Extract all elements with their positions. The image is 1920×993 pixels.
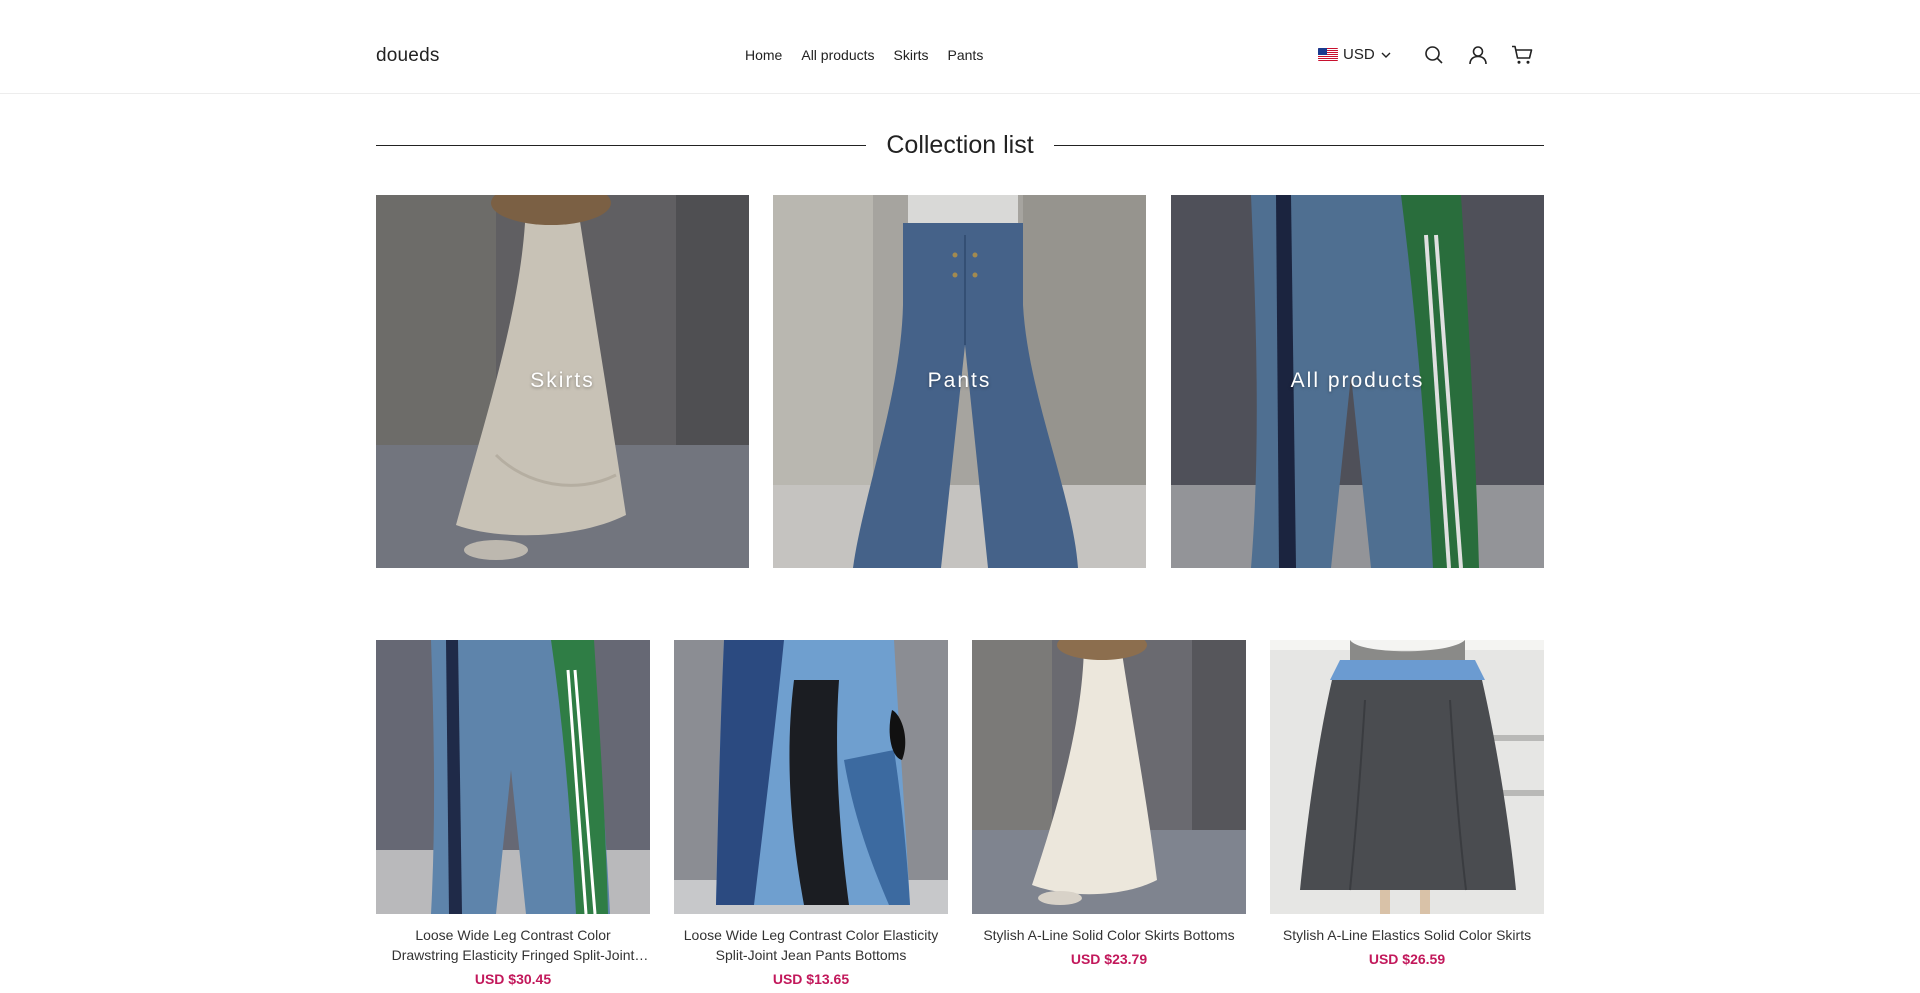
product-name[interactable]: Stylish A-Line Elastics Solid Color Skir… bbox=[1270, 925, 1544, 945]
cart-icon[interactable] bbox=[1511, 44, 1533, 66]
account-icon[interactable] bbox=[1467, 44, 1489, 66]
product-name[interactable]: Loose Wide Leg Contrast Color Drawstring… bbox=[376, 925, 650, 965]
product-card[interactable]: Stylish A-Line Elastics Solid Color Skir… bbox=[1270, 640, 1544, 967]
store-logo[interactable]: doueds bbox=[376, 45, 440, 67]
product-price: USD $30.45 bbox=[474, 971, 552, 987]
chevron-down-icon bbox=[1380, 49, 1392, 61]
collection-card-all-products[interactable]: All products bbox=[1171, 195, 1544, 568]
heading-divider-right bbox=[1053, 144, 1544, 146]
product-card[interactable]: Stylish A-Line Solid Color Skirts Bottom… bbox=[972, 640, 1246, 967]
product-price: USD $23.79 bbox=[1070, 951, 1148, 967]
product-price: USD $26.59 bbox=[1368, 951, 1446, 967]
collection-label-all-products: All products bbox=[1290, 369, 1425, 392]
nav-link-all-products[interactable]: All products bbox=[801, 47, 874, 63]
heading-divider-left bbox=[376, 144, 867, 146]
collection-label-pants: Pants bbox=[927, 369, 992, 392]
product-image[interactable] bbox=[1270, 640, 1544, 914]
product-image[interactable] bbox=[376, 640, 650, 914]
us-flag-icon bbox=[1318, 48, 1338, 61]
product-image[interactable] bbox=[972, 640, 1246, 914]
search-icon[interactable] bbox=[1423, 44, 1445, 66]
currency-label: USD bbox=[1343, 46, 1375, 63]
product-price: USD $13.65 bbox=[772, 971, 850, 987]
collection-card-pants[interactable]: Pants bbox=[773, 195, 1146, 568]
product-image[interactable] bbox=[674, 640, 948, 914]
nav-link-skirts[interactable]: Skirts bbox=[894, 47, 929, 63]
product-card[interactable]: Loose Wide Leg Contrast Color Drawstring… bbox=[376, 640, 650, 987]
collection-list-heading: Collection list bbox=[376, 128, 1544, 162]
site-header: doueds Home All products Skirts Pants US… bbox=[0, 0, 1920, 94]
section-title: Collection list bbox=[886, 130, 1034, 159]
product-card[interactable]: Loose Wide Leg Contrast Color Elasticity… bbox=[674, 640, 948, 987]
nav-link-home[interactable]: Home bbox=[745, 47, 782, 63]
collection-label-skirts: Skirts bbox=[530, 369, 595, 392]
nav-link-pants[interactable]: Pants bbox=[948, 47, 984, 63]
product-name[interactable]: Stylish A-Line Solid Color Skirts Bottom… bbox=[972, 925, 1246, 945]
collection-card-skirts[interactable]: Skirts bbox=[376, 195, 749, 568]
product-name[interactable]: Loose Wide Leg Contrast Color Elasticity… bbox=[674, 925, 948, 965]
main-nav: Home All products Skirts Pants bbox=[745, 47, 983, 63]
currency-selector[interactable]: USD bbox=[1318, 46, 1392, 63]
